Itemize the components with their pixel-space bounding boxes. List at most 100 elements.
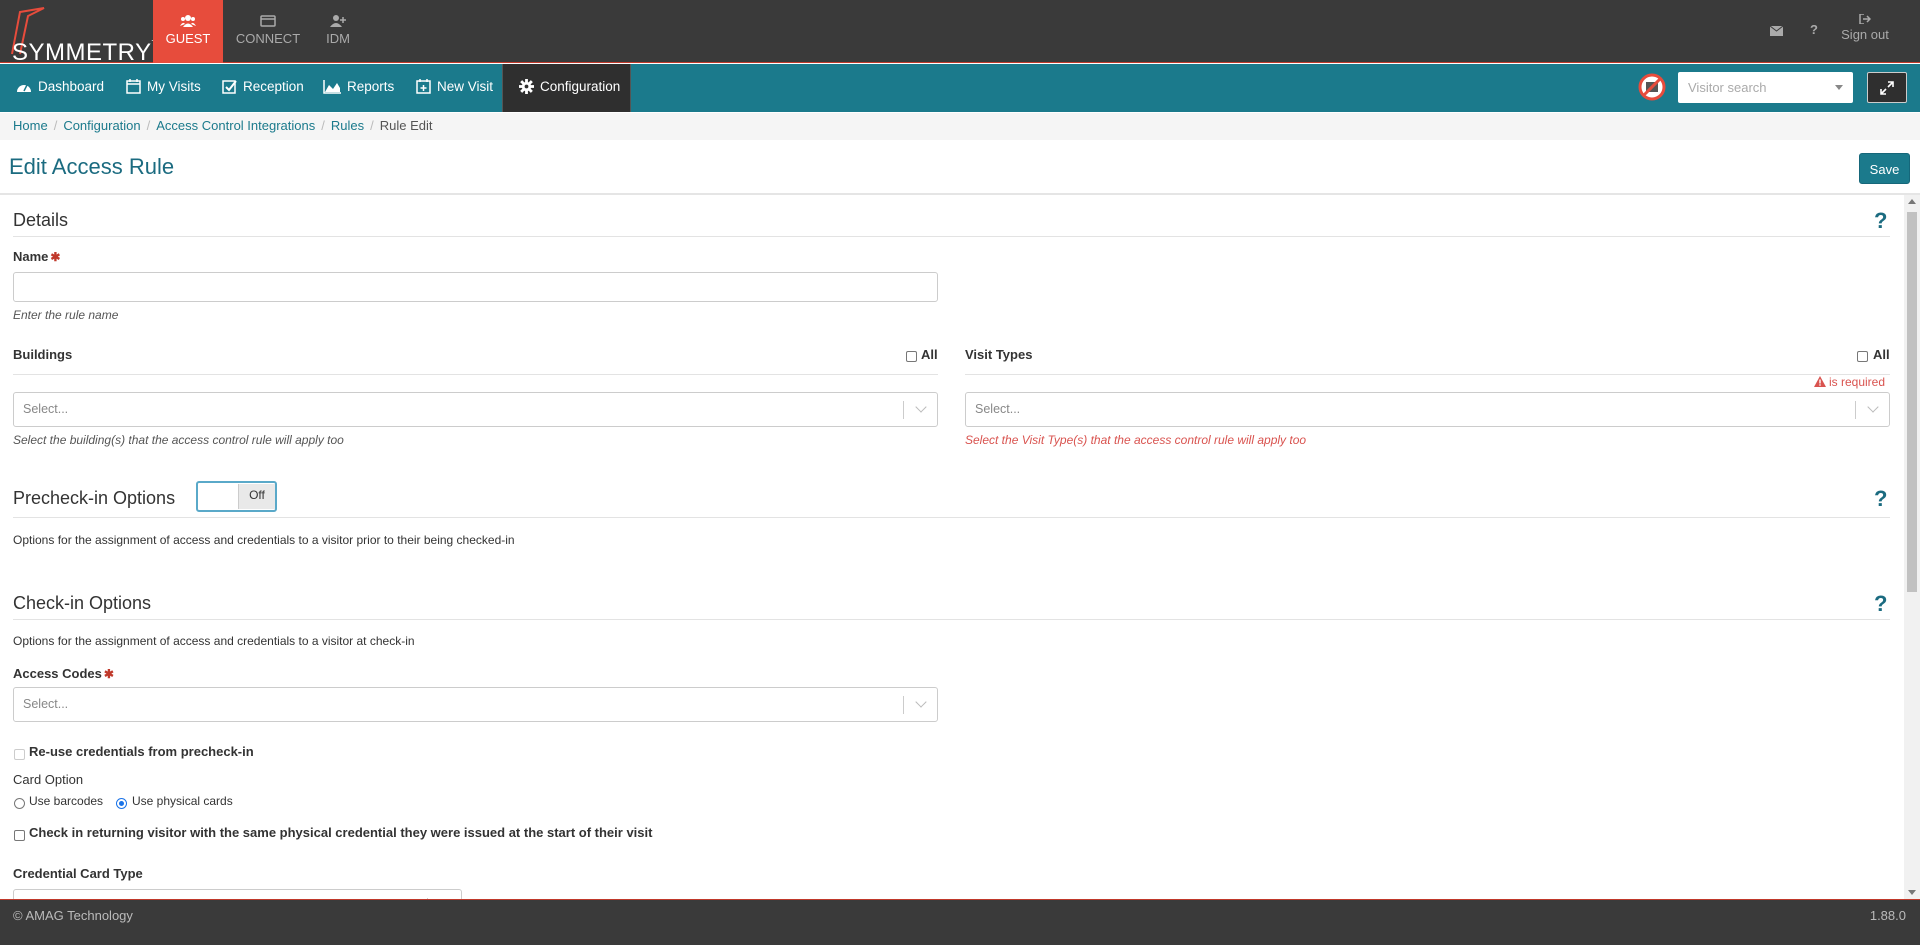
visit-types-all-label: All: [1873, 347, 1890, 362]
returning-visitor-checkbox[interactable]: [14, 830, 25, 841]
visit-types-error: is required: [1814, 375, 1885, 389]
visitor-search-select[interactable]: Visitor search: [1678, 72, 1853, 103]
help-icon[interactable]: ?: [1810, 22, 1818, 37]
copyright: © AMAG Technology: [13, 908, 133, 923]
name-hint: Enter the rule name: [13, 308, 119, 322]
visit-types-select[interactable]: Select...: [965, 392, 1890, 427]
use-barcodes-radio[interactable]: [14, 798, 25, 809]
dashboard-icon: [17, 84, 31, 92]
visit-types-error-text: is required: [1829, 375, 1886, 389]
visitor-search-placeholder: Visitor search: [1688, 80, 1767, 95]
scroll-up-arrow-icon[interactable]: [1908, 199, 1916, 204]
save-button[interactable]: Save: [1859, 153, 1910, 184]
select-divider: [903, 696, 904, 714]
breadcrumb-home[interactable]: Home: [13, 118, 48, 133]
credential-card-type-label: Credential Card Type: [13, 866, 143, 881]
reuse-credentials-label: Re-use credentials from precheck-in: [29, 744, 254, 759]
scrollbar-thumb[interactable]: [1907, 212, 1917, 592]
nav-configuration[interactable]: Configuration: [502, 64, 632, 112]
breadcrumb-separator: /: [370, 118, 374, 133]
nav-dashboard[interactable]: Dashboard: [16, 64, 104, 112]
chevron-down-icon: [915, 696, 927, 708]
breadcrumb-separator: /: [146, 118, 151, 133]
calendar-icon: [126, 79, 141, 94]
form-content: Details ? Name ✱ Enter the rule name Buil…: [0, 195, 1904, 899]
app-tab-connect[interactable]: CONNECT: [232, 0, 304, 63]
name-input[interactable]: [13, 272, 938, 302]
access-codes-label-text: Access Codes: [13, 666, 102, 681]
section-heading-details: Details: [13, 210, 69, 230]
breadcrumb-separator: /: [53, 118, 58, 133]
envelope-icon[interactable]: [1769, 24, 1784, 39]
buildings-all-label: All: [921, 347, 938, 362]
help-icon[interactable]: ?: [1874, 591, 1887, 617]
breadcrumb: Home / Configuration / Access Control Integr…: [0, 113, 1920, 140]
breadcrumb-rules[interactable]: Rules: [331, 118, 364, 133]
name-label-text: Name: [13, 249, 49, 264]
help-icon[interactable]: ?: [1874, 208, 1887, 234]
use-physical-cards-label: Use physical cards: [132, 794, 233, 808]
card-icon: [260, 15, 276, 27]
checkin-description: Options for the assignment of access and…: [13, 634, 415, 648]
divider: [965, 374, 1890, 375]
calendar-plus-icon: [416, 79, 431, 94]
breadcrumb-configuration[interactable]: Configuration: [63, 118, 140, 133]
use-barcodes-label: Use barcodes: [29, 794, 104, 808]
version: 1.88.0: [1869, 908, 1906, 923]
breadcrumb-separator: /: [321, 118, 325, 133]
vertical-scrollbar[interactable]: [1904, 195, 1920, 899]
nav-label: Configuration: [540, 79, 621, 94]
sign-out-label: Sign out: [1841, 27, 1889, 42]
app-tab-guest[interactable]: GUEST: [153, 0, 223, 63]
visit-types-hint: Select the Visit Type(s) that the access…: [965, 433, 1307, 447]
nav-label: New Visit: [437, 79, 494, 94]
check-square-icon: [222, 80, 237, 94]
top-header: SYMMETRYTM GUEST CONNECT IDM ? Sign out: [0, 0, 1920, 66]
sign-out-button[interactable]: Sign out: [1837, 14, 1893, 42]
users-icon: [180, 15, 196, 27]
nav-label: My Visits: [147, 79, 201, 94]
credential-card-type-select[interactable]: [13, 889, 462, 899]
fullscreen-button[interactable]: [1867, 72, 1907, 103]
divider: [13, 374, 938, 375]
symmetry-logo[interactable]: SYMMETRYTM: [6, 6, 164, 66]
name-label: Name ✱: [13, 249, 60, 264]
gear-icon: [519, 79, 534, 94]
toggle-label: Off: [238, 484, 275, 509]
nav-label: Dashboard: [38, 79, 105, 94]
visit-types-label: Visit Types: [965, 347, 1033, 362]
caret-down-icon: [1835, 85, 1843, 90]
nav-reports[interactable]: Reports: [323, 64, 394, 112]
page-title: Edit Access Rule: [9, 154, 175, 179]
app-tab-label: IDM: [326, 31, 350, 46]
use-physical-cards-radio[interactable]: [116, 798, 127, 809]
card-option-label: Card Option: [13, 772, 84, 787]
nav-new-visit[interactable]: New Visit: [416, 64, 493, 112]
section-heading-precheck: Precheck-in Options: [13, 488, 176, 508]
chevron-down-icon: [915, 401, 927, 413]
visit-types-all-checkbox[interactable]: [1857, 351, 1868, 362]
scroll-down-arrow-icon[interactable]: [1908, 890, 1916, 895]
breadcrumb-access-control-integrations[interactable]: Access Control Integrations: [156, 118, 315, 133]
nav-label: Reception: [243, 79, 304, 94]
user-plus-icon: [330, 15, 346, 27]
required-asterisk-icon: ✱: [103, 667, 114, 681]
select-divider: [903, 401, 904, 419]
buildings-all-checkbox[interactable]: [906, 351, 917, 362]
buildings-placeholder: Select...: [23, 402, 69, 416]
buildings-select[interactable]: Select...: [13, 392, 938, 427]
chart-area-icon: [323, 80, 341, 94]
divider: [13, 619, 1890, 620]
returning-visitor-label: Check in returning visitor with the same…: [29, 825, 653, 840]
nav-my-visits[interactable]: My Visits: [126, 64, 201, 112]
divider: [13, 517, 1890, 518]
nav-reception[interactable]: Reception: [222, 64, 304, 112]
help-icon[interactable]: ?: [1874, 486, 1887, 512]
chevron-down-icon: [1867, 401, 1879, 413]
section-heading-checkin: Check-in Options: [13, 593, 152, 613]
reuse-credentials-checkbox[interactable]: [14, 749, 25, 760]
no-access-icon[interactable]: [1637, 72, 1667, 102]
app-tab-idm[interactable]: IDM: [313, 0, 363, 63]
access-codes-select[interactable]: Select...: [13, 687, 938, 722]
precheck-toggle[interactable]: Off: [196, 481, 277, 512]
